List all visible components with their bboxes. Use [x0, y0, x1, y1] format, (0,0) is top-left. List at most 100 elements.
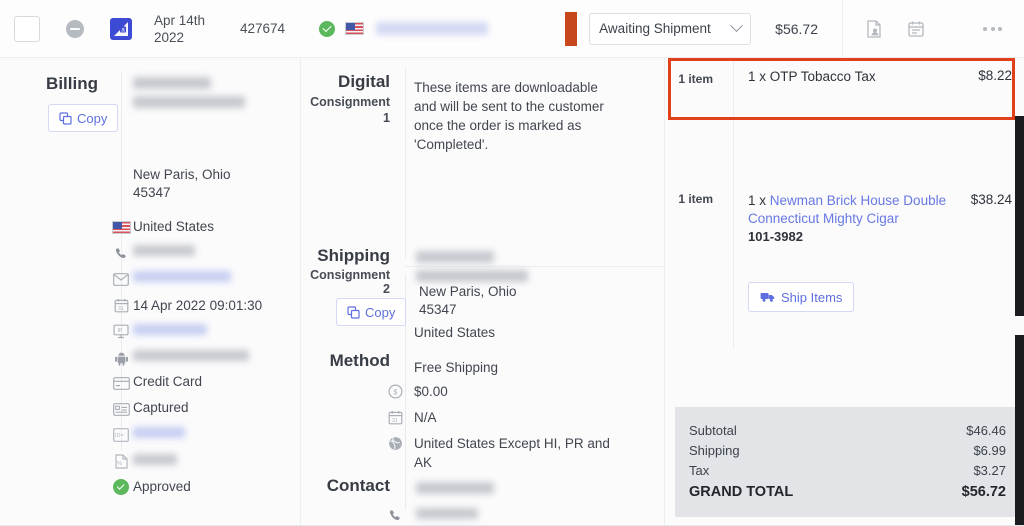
consignment-column: Digital Consignment 1 These items are do… — [301, 58, 665, 526]
order-status-value: Awaiting Shipment — [599, 21, 711, 36]
svg-text:IP: IP — [118, 327, 123, 333]
shipping-copy-label: Copy — [365, 304, 396, 320]
totals-subtotal-value: $46.46 — [966, 423, 1006, 438]
shipping-items-pane: 1 x Newman Brick House Double Connecticu… — [733, 184, 1024, 349]
totals-row-shipping: Shipping $6.99 — [689, 441, 1006, 461]
table-row[interactable]: 1 x Newman Brick House Double Connecticu… — [734, 184, 1024, 252]
digital-description: These items are downloadable and will be… — [414, 80, 604, 152]
status-color-bar — [565, 11, 578, 46]
truck-icon — [760, 293, 775, 302]
minus-circle-icon[interactable] — [66, 19, 84, 38]
grand-total-value: $56.72 — [961, 484, 1006, 500]
order-date: Apr 14th 2022 — [154, 12, 222, 46]
copy-icon — [59, 111, 72, 125]
totals-row-grand: GRAND TOTAL $56.72 — [689, 481, 1006, 504]
contact-phone — [416, 508, 478, 519]
more-options-icon[interactable] — [983, 26, 1002, 31]
customer-name-link[interactable] — [376, 22, 489, 35]
scrollbar-thumb-lower[interactable] — [1015, 335, 1024, 526]
billing-tax-id — [133, 454, 177, 465]
billing-city-state: New Paris, Ohio — [133, 167, 231, 182]
ship-items-label: Ship Items — [781, 289, 843, 305]
billing-copy-button[interactable]: Copy — [48, 104, 119, 132]
method-name: Free Shipping — [414, 360, 499, 375]
calendar-icon: 31 — [384, 408, 406, 426]
analytics-square-icon[interactable]: a — [110, 17, 132, 40]
item-price: $38.24 — [970, 192, 1012, 207]
green-check-icon — [110, 478, 132, 496]
shipping-copy-button[interactable]: Copy — [336, 298, 407, 326]
billing-transaction-id[interactable] — [133, 427, 185, 438]
shipping-country: United States — [414, 325, 496, 340]
order-status-select[interactable]: Awaiting Shipment — [589, 12, 752, 45]
green-check-icon — [319, 20, 336, 37]
totals-row-tax: Tax $3.27 — [689, 461, 1006, 481]
order-toolbar: a Apr 14th 2022 427674 Awaiting Shipment… — [0, 0, 1024, 58]
billing-email[interactable] — [133, 271, 231, 282]
billing-payment-status: Captured — [133, 400, 189, 415]
billing-title: Billing — [46, 74, 98, 93]
shipping-customer-name — [416, 251, 494, 263]
shipping-zip: 45347 — [419, 302, 457, 317]
shipping-city-state: New Paris, Ohio — [419, 284, 517, 299]
billing-ip-address[interactable] — [133, 324, 207, 335]
ship-items-button[interactable]: Ship Items — [748, 282, 855, 312]
shipping-items-count: 1 item — [678, 192, 713, 206]
method-zone[interactable]: United States Except HI, PR and AK — [414, 434, 628, 472]
order-date-line1: Apr 14th — [154, 12, 206, 28]
shipping-street-address — [416, 270, 528, 282]
transaction-id-icon: ID= — [110, 426, 132, 444]
select-order-checkbox[interactable] — [14, 15, 40, 42]
us-flag-icon — [110, 218, 132, 236]
digital-divider — [405, 68, 406, 258]
item-qty: 1 x — [748, 193, 770, 208]
svg-text:31: 31 — [118, 306, 124, 312]
order-date-line2: 2022 — [154, 29, 185, 45]
order-detail-page: a Apr 14th 2022 427674 Awaiting Shipment… — [0, 0, 1024, 526]
contact-name — [416, 482, 494, 494]
customer-document-icon[interactable] — [863, 18, 885, 40]
table-row[interactable]: 1 x OTP Tobacco Tax $8.22 — [734, 60, 1024, 94]
billing-order-date: 14 Apr 2022 09:01:30 — [133, 298, 263, 313]
billing-phone — [133, 245, 195, 256]
item-title: 1 x OTP Tobacco Tax — [748, 68, 948, 86]
order-number[interactable]: 427674 — [240, 21, 285, 36]
us-flag-icon — [345, 22, 365, 35]
item-name: OTP Tobacco Tax — [769, 69, 876, 84]
billing-zip: 45347 — [133, 185, 171, 200]
copy-icon — [347, 305, 360, 319]
totals-shipping-value: $6.99 — [973, 443, 1006, 458]
totals-shipping-label: Shipping — [689, 443, 740, 458]
svg-text:%: % — [117, 461, 122, 467]
shipping-title: Shipping — [317, 246, 390, 265]
ip-monitor-icon: IP — [110, 322, 132, 340]
totals-tax-label: Tax — [689, 463, 710, 478]
phone-icon — [384, 506, 406, 524]
calendar-icon[interactable] — [905, 18, 927, 40]
order-body: Billing Copy New Paris, Ohio 45347 Unite… — [0, 58, 1024, 526]
method-date: N/A — [414, 410, 437, 425]
card-captured-icon — [110, 400, 132, 418]
billing-payment-method: Credit Card — [133, 374, 203, 389]
vertical-scrollbar[interactable] — [1015, 116, 1024, 526]
digital-subtitle: Consignment — [310, 95, 390, 109]
item-name-link[interactable]: Newman Brick House Double Connecticut Mi… — [748, 193, 946, 226]
shipping-subtitle: Consignment 2 — [310, 268, 390, 296]
credit-card-icon — [110, 374, 132, 392]
billing-street-address — [133, 96, 245, 108]
totals-row-subtotal: Subtotal $46.46 — [689, 421, 1006, 441]
item-sku: 101-3982 — [748, 229, 803, 244]
android-icon — [110, 349, 132, 367]
digital-items-count: 1 item — [678, 72, 713, 86]
order-totals: Subtotal $46.46 Shipping $6.99 Tax $3.27… — [675, 407, 1024, 517]
svg-text:31: 31 — [392, 418, 398, 424]
totals-tax-value: $3.27 — [973, 463, 1006, 478]
consignment-separator — [405, 266, 665, 267]
svg-text:ID=: ID= — [115, 433, 124, 439]
digital-title: Digital — [338, 72, 390, 91]
calendar-icon: 31 — [110, 296, 132, 314]
billing-column: Billing Copy New Paris, Ohio 45347 Unite… — [0, 58, 301, 526]
digital-consignment-number: 1 — [383, 111, 390, 125]
scrollbar-thumb[interactable] — [1015, 116, 1024, 316]
billing-copy-label: Copy — [77, 110, 108, 126]
